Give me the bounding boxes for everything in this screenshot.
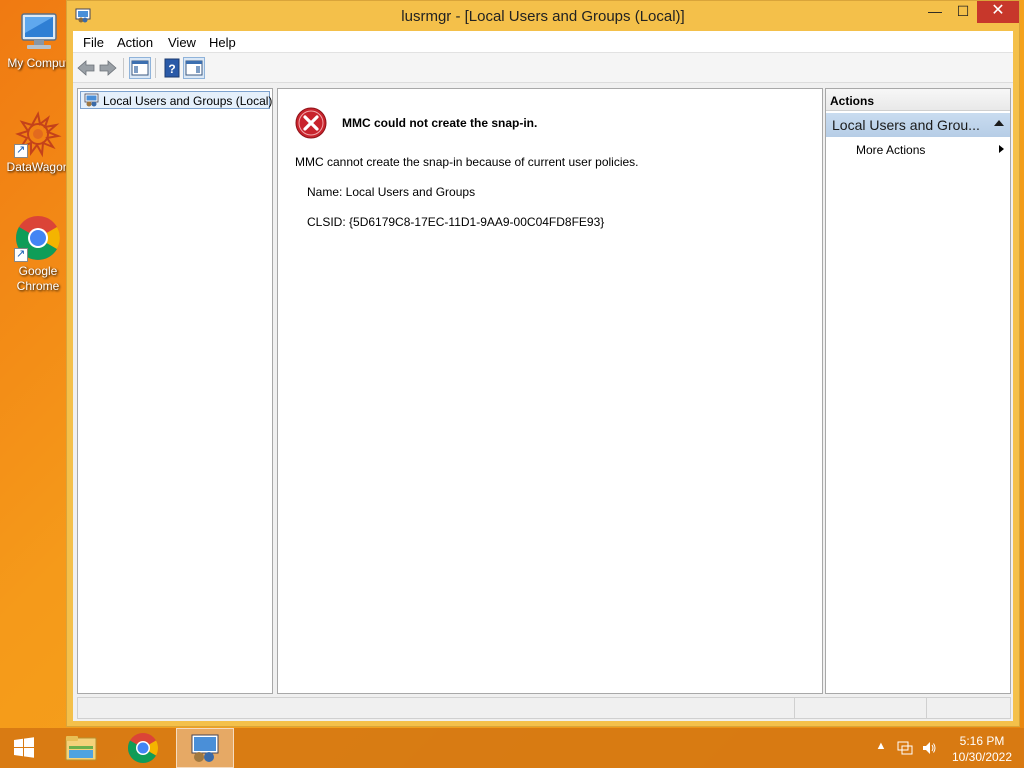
help-icon[interactable]: ? [161,57,183,79]
collapse-arrow-icon[interactable] [994,120,1004,126]
show-hidden-icons-icon[interactable]: ▲ [873,740,889,756]
lusrmgr-icon [191,734,219,762]
taskbar: ▲ 5:16 PM 10/30/2022 [0,728,1024,768]
tree-node-local-users-and-groups[interactable]: Local Users and Groups (Local) [80,91,273,109]
more-actions-label: More Actions [856,143,926,157]
actions-group-local-users[interactable]: Local Users and Grou... [826,113,1010,137]
error-icon [295,107,327,139]
taskbar-file-explorer[interactable] [52,728,110,768]
back-arrow-icon[interactable] [75,57,97,79]
system-clock[interactable]: 5:16 PM 10/30/2022 [944,733,1020,765]
window-client-area: File Action View Help ? Local Users and … [73,31,1013,721]
menu-bar: File Action View Help [73,31,1013,53]
shortcut-arrow-icon [14,247,28,262]
users-groups-icon [84,93,100,107]
show-hide-console-tree-icon[interactable] [129,57,151,79]
maximize-button[interactable]: ☐ [949,1,977,23]
svg-text:?: ? [168,62,175,76]
desktop-icon-my-computer[interactable]: My Comput [0,8,76,71]
forward-arrow-icon[interactable] [97,57,119,79]
actions-header: Actions [826,89,1010,111]
minimize-button[interactable]: — [921,1,949,23]
network-icon[interactable] [897,740,913,756]
desktop-icon-label: DataWagon [6,160,70,174]
result-pane: MMC could not create the snap-in. MMC ca… [277,88,823,694]
taskbar-chrome[interactable] [114,728,172,768]
console-tree-pane: Local Users and Groups (Local) [77,88,273,694]
status-bar [77,697,1011,719]
error-snapin-name: Name: Local Users and Groups [307,185,476,199]
toolbar: ? [73,53,1013,83]
submenu-arrow-icon [999,145,1004,153]
tree-node-label: Local Users and Groups (Local) [103,94,273,108]
actions-header-label: Actions [830,94,875,108]
error-description: MMC cannot create the snap-in because of… [295,155,639,169]
shortcut-arrow-icon [14,143,28,158]
toolbar-separator [123,58,124,78]
toolbar-separator [155,58,156,78]
desktop-icon-label: My Comput [7,56,69,70]
chrome-icon [127,733,159,764]
title-bar[interactable]: lusrmgr - [Local Users and Groups (Local… [67,1,1019,31]
error-title: MMC could not create the snap-in. [342,116,538,130]
taskbar-lusrmgr[interactable] [176,728,234,768]
computer-icon [14,8,62,56]
start-button[interactable] [4,728,44,768]
actions-group-label: Local Users and Grou... [832,117,980,133]
datawagon-icon [14,110,62,158]
clock-date: 10/30/2022 [951,750,1013,764]
close-button[interactable]: ✕ [977,1,1019,23]
desktop-icon-google-chrome[interactable]: Google Chrome [0,214,76,294]
menu-action[interactable]: Action [117,35,153,50]
clock-time: 5:16 PM [959,734,1005,748]
menu-view[interactable]: View [168,35,196,50]
status-cell [926,698,927,718]
actions-pane: Actions Local Users and Grou... More Act… [825,88,1011,694]
windows-logo-icon [14,737,34,758]
window-title: lusrmgr - [Local Users and Groups (Local… [401,8,685,25]
menu-file[interactable]: File [83,35,104,50]
more-actions-item[interactable]: More Actions [826,139,1010,159]
desktop-icon-datawagon[interactable]: DataWagon [0,110,76,175]
mmc-window: lusrmgr - [Local Users and Groups (Local… [66,0,1020,727]
volume-icon[interactable] [921,740,937,756]
error-clsid: CLSID: {5D6179C8-17EC-11D1-9AA9-00C04FD8… [307,215,605,229]
status-cell [794,698,795,718]
file-explorer-icon [65,736,97,761]
chrome-icon [14,214,62,262]
menu-help[interactable]: Help [209,35,236,50]
desktop-icon-label: Google Chrome [16,264,60,293]
show-hide-action-pane-icon[interactable] [183,57,205,79]
